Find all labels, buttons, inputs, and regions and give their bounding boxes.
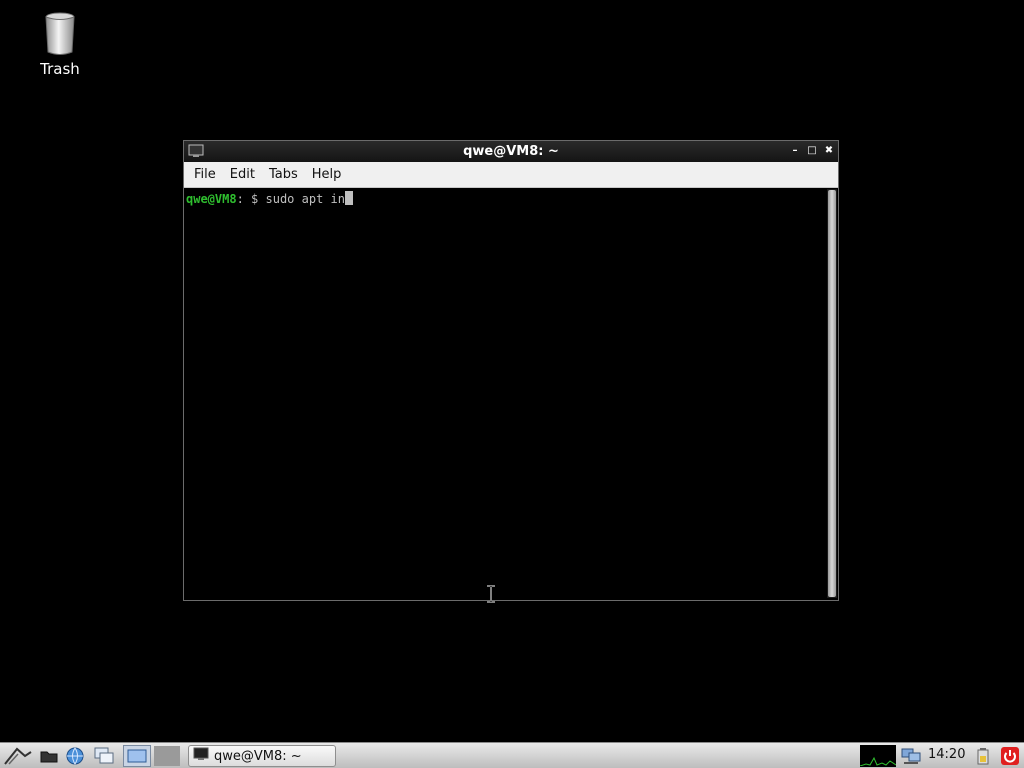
- start-menu-icon[interactable]: [2, 745, 34, 767]
- power-icon[interactable]: [998, 745, 1022, 767]
- task-label: qwe@VM8: ~: [214, 748, 302, 764]
- terminal-task-icon: [193, 747, 209, 765]
- menu-help[interactable]: Help: [306, 167, 348, 182]
- network-icon[interactable]: [899, 745, 923, 767]
- menu-edit[interactable]: Edit: [224, 167, 261, 182]
- window-title: qwe@VM8: ~: [463, 144, 559, 159]
- close-icon[interactable]: ✖: [822, 143, 836, 158]
- maximize-icon[interactable]: □: [805, 143, 819, 158]
- menu-file[interactable]: File: [188, 167, 222, 182]
- clock[interactable]: 14:20: [928, 747, 965, 762]
- workspace-icon[interactable]: [123, 745, 151, 767]
- menu-tabs[interactable]: Tabs: [263, 167, 304, 182]
- menu-bar: File Edit Tabs Help: [184, 162, 838, 188]
- text-cursor: [344, 191, 353, 205]
- show-desktop-icon[interactable]: [92, 745, 116, 767]
- prompt-separator: :: [236, 192, 244, 206]
- ibeam-cursor-icon: [486, 585, 496, 607]
- battery-icon[interactable]: [972, 745, 994, 767]
- desktop-icon-trash[interactable]: Trash: [30, 12, 90, 78]
- task-button-terminal[interactable]: qwe@VM8: ~: [188, 745, 336, 767]
- web-browser-icon[interactable]: [63, 745, 87, 767]
- scrollbar-thumb[interactable]: [828, 190, 836, 597]
- terminal-scrollbar[interactable]: [827, 189, 837, 598]
- workspace-slot[interactable]: [154, 746, 180, 766]
- file-manager-icon[interactable]: [38, 745, 60, 767]
- trash-icon: [30, 12, 90, 58]
- taskbar: qwe@VM8: ~ 14:20: [0, 742, 1024, 768]
- terminal-output[interactable]: qwe@VM8: $ sudo apt in: [184, 188, 826, 600]
- terminal-window[interactable]: qwe@VM8: ~ – □ ✖ File Edit Tabs Help qwe…: [183, 140, 839, 601]
- prompt-user: qwe@VM8: [186, 192, 237, 206]
- title-bar[interactable]: qwe@VM8: ~ – □ ✖: [184, 141, 838, 162]
- cpu-monitor-icon[interactable]: [860, 745, 896, 767]
- minimize-icon[interactable]: –: [788, 143, 802, 158]
- terminal-app-icon: [188, 144, 204, 162]
- prompt-path: $: [243, 192, 266, 206]
- command-input[interactable]: sudo apt in: [266, 192, 345, 206]
- trash-label: Trash: [40, 60, 80, 78]
